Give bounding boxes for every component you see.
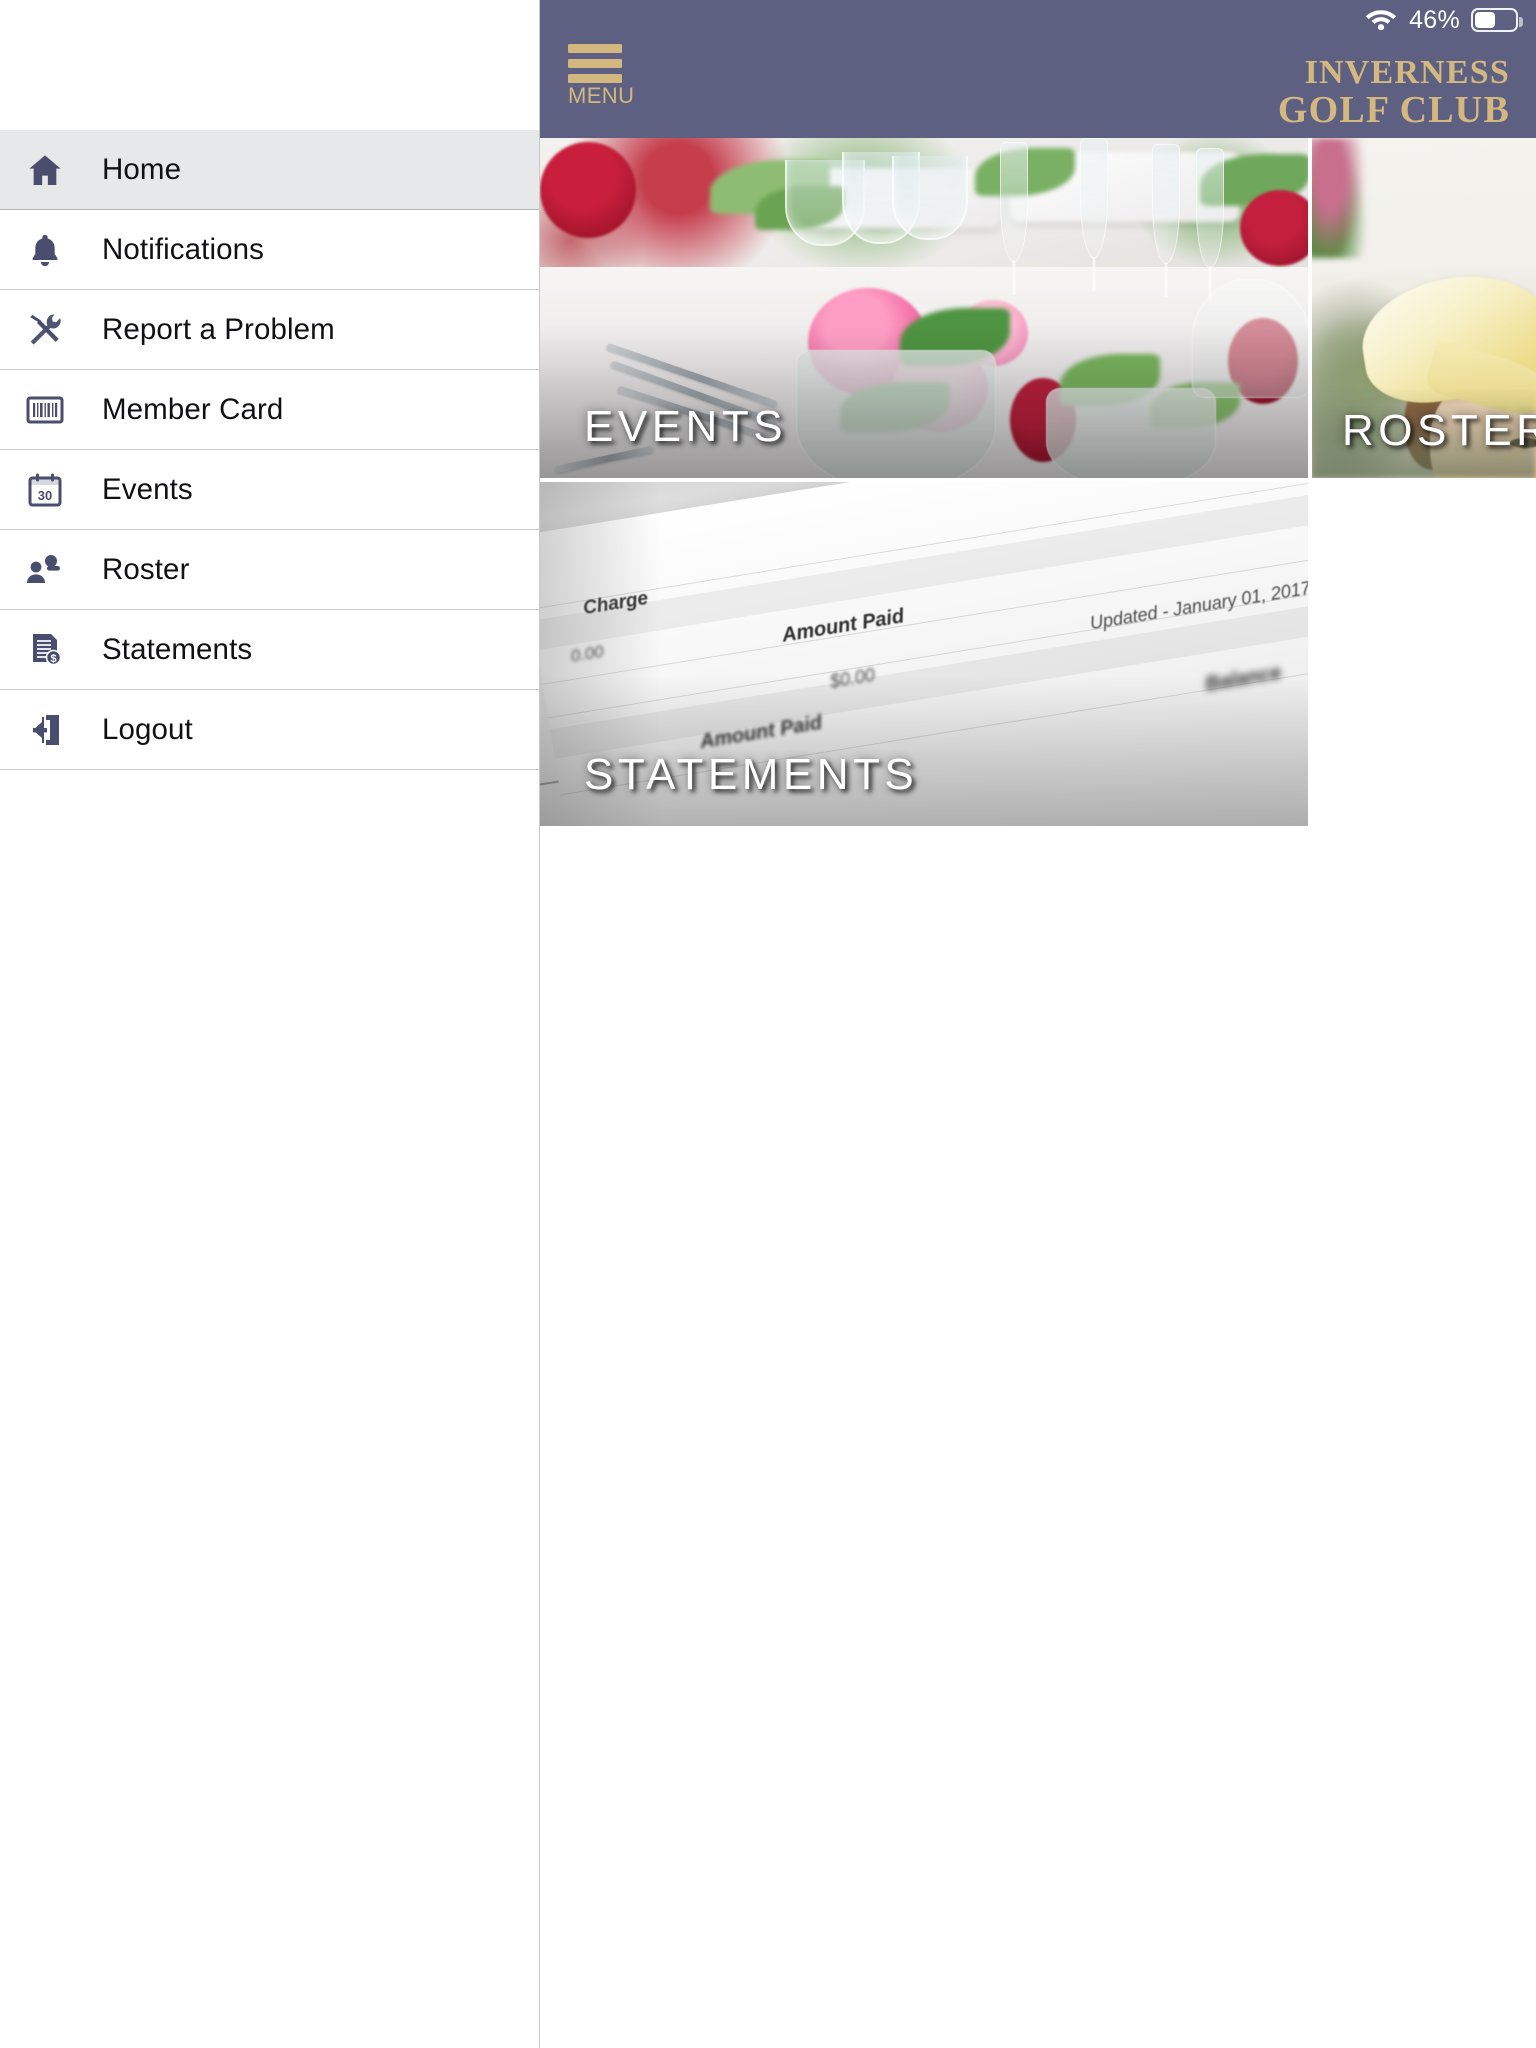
sidebar-item-label: Report a Problem (102, 312, 335, 346)
people-icon (14, 552, 76, 588)
statement-amount-paid-header-1: Amount Paid (780, 605, 906, 647)
logout-icon (14, 712, 76, 748)
app-root: 46% MENU INVERNESS GOLF CLUB EVENTS ROST… (0, 0, 1536, 2048)
sidebar-item-label: Member Card (102, 392, 284, 426)
calendar-icon: 30 (14, 471, 76, 509)
sidebar-item-member-card[interactable]: Member Card (0, 370, 539, 450)
invoice-icon: $ (14, 631, 76, 669)
tile-statements[interactable]: Charge 0.00 Amount Paid $0.00 Amount Pai… (540, 482, 1308, 826)
status-bar: 46% (540, 0, 1536, 40)
sidebar-item-label: Roster (102, 552, 190, 586)
tools-icon (14, 310, 76, 350)
tile-statements-label: STATEMENTS (584, 750, 919, 799)
sidebar-item-label: Notifications (102, 232, 264, 266)
brand-line-2: GOLF CLUB (1277, 88, 1510, 131)
tile-events[interactable]: EVENTS (540, 138, 1308, 478)
sidebar-item-notifications[interactable]: Notifications (0, 210, 539, 290)
wifi-icon (1364, 5, 1398, 36)
battery-icon (1471, 8, 1523, 32)
home-icon (14, 150, 76, 190)
sidebar-item-label: Logout (102, 712, 193, 746)
menu-label: MENU (568, 83, 635, 108)
sidebar-item-events[interactable]: 30 Events (0, 450, 539, 530)
main-content: 46% MENU INVERNESS GOLF CLUB EVENTS ROST… (540, 0, 1536, 2048)
calendar-icon-day: 30 (38, 488, 52, 503)
sidebar-item-label: Statements (102, 632, 253, 666)
sidebar-item-roster[interactable]: Roster (0, 530, 539, 610)
battery-percent-label: 46% (1409, 5, 1460, 34)
club-logo: INVERNESS GOLF CLUB (1277, 54, 1510, 131)
drawer-top-spacer (0, 0, 539, 130)
svg-text:$: $ (50, 653, 56, 665)
barcode-icon (14, 392, 76, 428)
sidebar-item-label: Events (102, 472, 193, 506)
sidebar-item-home[interactable]: Home (0, 130, 539, 210)
hamburger-menu-icon[interactable]: MENU (568, 44, 646, 107)
tile-events-label: EVENTS (584, 402, 788, 451)
tile-roster-label: ROSTER (1342, 406, 1536, 455)
sidebar-item-logout[interactable]: Logout (0, 690, 539, 770)
navigation-drawer: Home Notifications Report a Problem Memb… (0, 0, 540, 2048)
app-bar: MENU INVERNESS GOLF CLUB (540, 40, 1536, 138)
sidebar-item-report-a-problem[interactable]: Report a Problem (0, 290, 539, 370)
sidebar-item-statements[interactable]: $ Statements (0, 610, 539, 690)
bell-icon (14, 231, 76, 269)
brand-line-1: INVERNESS (1304, 54, 1510, 91)
sidebar-item-label: Home (102, 152, 182, 186)
tile-roster[interactable]: ROSTER (1312, 138, 1536, 478)
